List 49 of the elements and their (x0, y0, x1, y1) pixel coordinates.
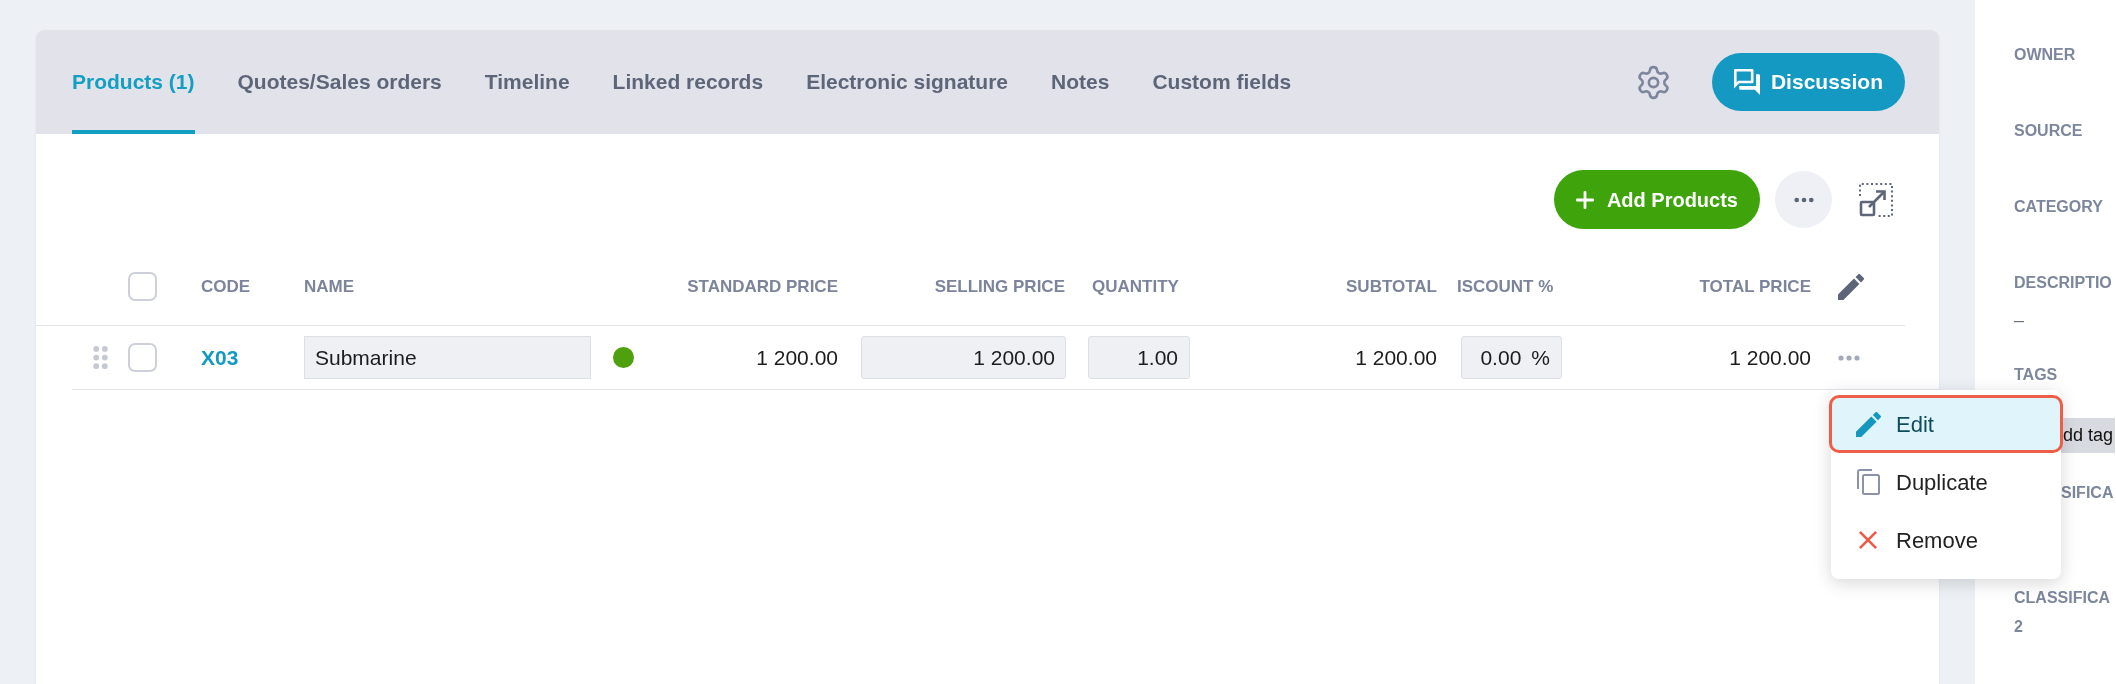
column-header: SUBTOTAL (1346, 275, 1437, 298)
product-code-link[interactable]: X03 (201, 345, 239, 369)
add-tag-chip[interactable]: dd tag (2061, 418, 2116, 453)
more-icon (1793, 196, 1814, 203)
field-label: DESCRIPTIO (2014, 273, 2112, 293)
tab[interactable]: Linked records (612, 30, 764, 134)
chat-bubbles-icon (1733, 69, 1760, 95)
menu-item[interactable]: Remove (1829, 511, 2063, 569)
tab[interactable]: Notes (1051, 30, 1110, 134)
more-icon[interactable] (1838, 354, 1860, 361)
column-header: TOTAL PRICE (1699, 275, 1811, 298)
close-icon (1859, 531, 1877, 549)
pencil-icon[interactable] (1838, 273, 1864, 300)
column-header: CODE (201, 275, 251, 298)
menu-item[interactable]: Duplicate (1829, 453, 2063, 511)
pencil-icon (1855, 411, 1881, 437)
field-label: SIFICA (2061, 483, 2114, 503)
column-header: ISCOUNT % (1457, 275, 1554, 298)
subtotal-text: 1 200.00 (1355, 344, 1437, 371)
selling-price-field[interactable]: 1 200.00 (861, 336, 1066, 379)
checkbox[interactable] (128, 343, 157, 372)
product-name-field[interactable]: Submarine (304, 336, 591, 379)
tab[interactable]: Custom fields (1152, 30, 1292, 134)
copy-icon (1856, 469, 1880, 495)
tab[interactable]: Timeline (484, 30, 570, 134)
column-header: QUANTITY (1092, 275, 1179, 298)
column-header: NAME (304, 275, 355, 298)
column-header: STANDARD PRICE (687, 275, 838, 298)
field-label: CATEGORY (2014, 197, 2103, 217)
menu-item[interactable]: Edit (1829, 395, 2063, 453)
standard-price-text: 1 200.00 (756, 344, 838, 371)
field-label: SOURCE (2014, 121, 2083, 141)
column-header: SELLING PRICE (934, 275, 1065, 298)
total-price-text: 1 200.00 (1729, 344, 1811, 371)
tab[interactable]: Products (1) (72, 30, 195, 134)
add-products-button[interactable]: Add Products (1553, 170, 1760, 229)
checkbox[interactable] (128, 272, 157, 301)
field-label: CLASSIFICA 2 (2014, 588, 2111, 637)
tab[interactable]: Electronic signature (806, 30, 1009, 134)
discount-field[interactable]: 0.00 % (1461, 336, 1562, 379)
tab[interactable]: Quotes/Sales orders (237, 30, 442, 134)
field-label: TAGS (2014, 365, 2058, 385)
drag-handle-icon[interactable] (93, 346, 108, 369)
expand-icon[interactable] (1859, 182, 1893, 217)
plus-icon (1575, 190, 1594, 209)
discussion-button[interactable]: Discussion (1711, 53, 1905, 111)
field-label: OWNER (2014, 45, 2076, 65)
quantity-field[interactable]: 1.00 (1088, 336, 1190, 379)
field-value: – (2014, 309, 2024, 332)
